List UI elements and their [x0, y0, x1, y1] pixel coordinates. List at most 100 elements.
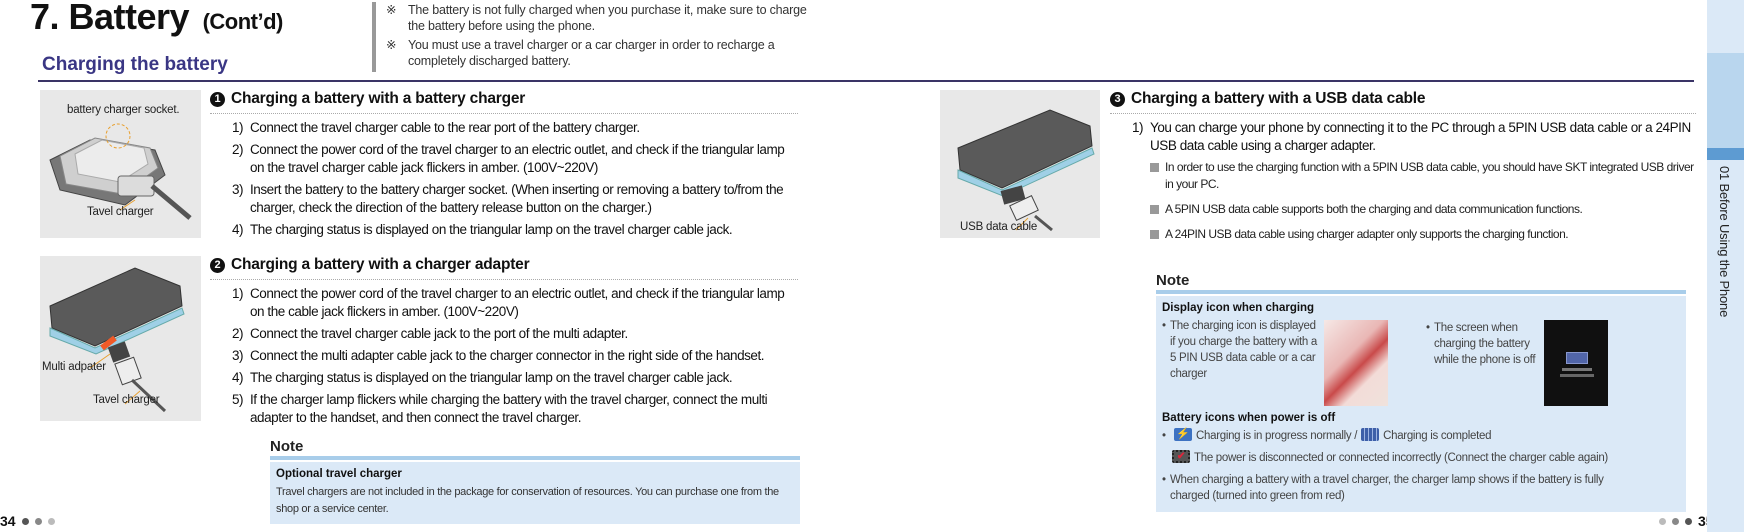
step-title: Charging a battery with a battery charge… — [231, 90, 526, 107]
battery-icon-row: ✔ The power is disconnected or connected… — [1162, 450, 1672, 466]
step-usb-cable: 3 Charging a battery with a USB data cabl… — [1110, 90, 1696, 251]
dot-icon — [1685, 517, 1692, 525]
step-item-number: 5) — [232, 392, 244, 407]
charging-screen-image — [1324, 320, 1388, 406]
sub-item: A 5PIN USB data cable supports both the … — [1150, 201, 1696, 218]
square-bullet-icon — [1150, 163, 1159, 172]
step-item: 2) Connect the power cord of the travel c… — [232, 141, 798, 177]
step-item: 3) Insert the battery to the battery char… — [232, 181, 798, 217]
sub-item: A 24PIN USB data cable using charger ada… — [1150, 226, 1696, 243]
side-tab-active-marker — [1707, 148, 1744, 160]
usb-cable-illustration: USB data cable — [940, 90, 1100, 238]
power-off-charging-screen-image — [1544, 320, 1608, 406]
sub-item-text: A 5PIN USB data cable supports both the … — [1165, 202, 1583, 216]
charger-adapter-illustration: Multi adpater Tavel charger — [40, 256, 201, 421]
step-item-text: Insert the battery to the battery charge… — [250, 182, 784, 215]
note-label: Note — [1156, 272, 1686, 294]
top-notes: ※ The battery is not fully charged when y… — [372, 2, 822, 72]
step-item: 4) The charging status is displayed on th… — [232, 369, 798, 387]
step-battery-charger: 1 Charging a battery with a battery charg… — [210, 90, 798, 243]
step-item-number: 1) — [1132, 120, 1144, 135]
sub-item: In order to use the charging function wi… — [1150, 159, 1696, 193]
complete-text: Charging is completed — [1383, 430, 1492, 442]
display-icon-title: Display icon when charging — [1162, 302, 1315, 314]
screen-text-line — [1562, 368, 1592, 371]
phone-with-usb-image — [957, 109, 1095, 232]
note-title: Optional travel charger — [276, 468, 402, 480]
caption-travel-charger: Tavel charger — [93, 394, 160, 406]
step-number-badge: 3 — [1110, 91, 1125, 107]
top-note-text: You must use a travel charger or a car c… — [408, 38, 775, 68]
step-title: Charging a battery with a charger adapte… — [231, 256, 530, 273]
step-item-text: You can charge your phone by connecting … — [1150, 120, 1691, 153]
top-note-text: The battery is not fully charged when yo… — [408, 3, 807, 33]
charging-text: Charging is in progress normally / — [1196, 430, 1358, 442]
step-title: Charging a battery with a USB data cable — [1131, 90, 1426, 107]
caption-travel-charger: Tavel charger — [87, 206, 154, 218]
note-charging-icons: Note Display icon when charging • The cha… — [1156, 272, 1686, 512]
battery-charger-illustration: battery charger socket. Tavel charger — [40, 90, 201, 238]
caption-multi-adapter: Multi adpater — [42, 361, 106, 373]
sub-item-text: In order to use the charging function wi… — [1165, 160, 1694, 191]
step-item-text: The charging status is displayed on the … — [250, 222, 733, 237]
step-item-text: Connect the travel charger cable to the … — [250, 120, 640, 135]
sub-item-text: A 24PIN USB data cable using charger ada… — [1165, 227, 1569, 241]
lamp-bullet: • When charging a battery with a travel c… — [1162, 472, 1642, 504]
step-item-number: 1) — [232, 120, 244, 135]
display-bullet: • The charging icon is displayed if you c… — [1162, 318, 1322, 382]
step-item: 2) Connect the travel charger cable jack … — [232, 325, 798, 343]
step-list: 1) You can charge your phone by connectin… — [1110, 119, 1696, 155]
top-note: ※ The battery is not fully charged when y… — [386, 2, 822, 34]
battery-icon-row: • ⚡ Charging is in progress normally / C… — [1162, 428, 1672, 444]
square-bullet-icon — [1150, 205, 1159, 214]
battery-icons-title: Battery icons when power is off — [1162, 412, 1336, 424]
page-dots — [21, 517, 55, 525]
step-item-number: 2) — [232, 142, 244, 157]
reference-mark-icon: ※ — [386, 3, 397, 17]
page-title-text: 7. Battery — [30, 0, 190, 37]
step-item: 1) Connect the travel charger cable to th… — [232, 119, 798, 137]
step-item-number: 3) — [232, 182, 244, 197]
page-number-left: 34 — [0, 513, 61, 529]
battery-charging-icon: ⚡ — [1174, 428, 1192, 441]
chapter-label: 01 Before Using the Phone — [1717, 166, 1732, 318]
step-item-number: 3) — [232, 348, 244, 363]
step-heading: 1 Charging a battery with a battery charg… — [210, 90, 798, 114]
caption-socket: battery charger socket. — [67, 104, 180, 116]
section-title: Charging the battery — [42, 54, 228, 75]
step-heading: 3 Charging a battery with a USB data cabl… — [1110, 90, 1696, 114]
sub-list: In order to use the charging function wi… — [1110, 159, 1696, 243]
chapter-side-tab[interactable]: 01 Before Using the Phone — [1707, 0, 1744, 532]
screen-text-line — [1560, 374, 1594, 377]
note-optional-charger: Note Optional travel charger Travel char… — [270, 438, 800, 524]
lamp-bullet-text: When charging a battery with a travel ch… — [1170, 474, 1604, 502]
square-bullet-icon — [1150, 230, 1159, 239]
note-body: Optional travel charger Travel chargers … — [270, 462, 800, 524]
section-divider — [38, 80, 1694, 82]
display-bullet-text: The screen when charging the battery whi… — [1434, 322, 1536, 366]
page-title: 7. Battery (Cont’d) — [30, 0, 283, 38]
step-item: 5) If the charger lamp flickers while cha… — [232, 391, 798, 427]
step-heading: 2 Charging a battery with a charger adapt… — [210, 256, 798, 280]
step-item-text: The charging status is displayed on the … — [250, 370, 733, 385]
step-item-number: 4) — [232, 370, 244, 385]
side-tab-band — [1707, 53, 1744, 149]
step-item-text: Connect the travel charger cable jack to… — [250, 326, 628, 341]
dot-icon — [21, 517, 29, 525]
step-list: 1) Connect the power cord of the travel c… — [210, 285, 798, 427]
caption-usb-cable: USB data cable — [960, 221, 1038, 233]
note-label: Note — [270, 438, 800, 460]
step-item-text: Connect the multi adapter cable jack to … — [250, 348, 765, 363]
step-number-badge: 2 — [210, 257, 225, 273]
dot-icon — [47, 517, 55, 525]
error-text: The power is disconnected or connected i… — [1194, 452, 1608, 464]
step-item-text: If the charger lamp flickers while charg… — [250, 392, 768, 425]
step-item: 3) Connect the multi adapter cable jack t… — [232, 347, 798, 365]
step-item: 1) Connect the power cord of the travel c… — [232, 285, 798, 321]
step-item: 4) The charging status is displayed on th… — [232, 221, 798, 239]
battery-error-icon: ✔ — [1172, 450, 1190, 463]
step-item-text: Connect the power cord of the travel cha… — [250, 142, 785, 175]
bullet-dot: • — [1162, 430, 1166, 442]
page-number: 34 — [0, 513, 16, 529]
bullet-dot: • — [1426, 322, 1430, 334]
